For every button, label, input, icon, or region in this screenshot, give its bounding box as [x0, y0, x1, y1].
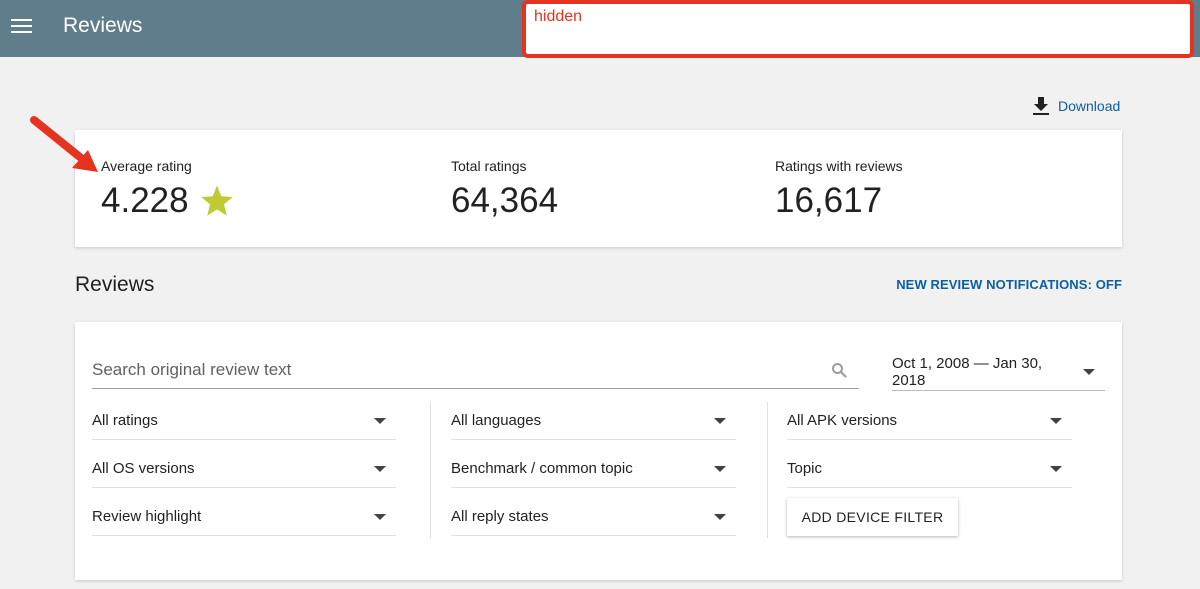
redaction-label: hidden [534, 8, 583, 25]
redaction-box: hidden [522, 0, 1194, 58]
search-icon[interactable] [831, 362, 847, 378]
ratings-filter[interactable]: All ratings [92, 402, 396, 440]
star-icon [200, 185, 233, 216]
review-filters-card: Oct 1, 2008 — Jan 30, 2018 All ratings A… [75, 322, 1122, 580]
average-rating-label: Average rating [101, 158, 192, 174]
reply-states-filter[interactable]: All reply states [451, 498, 736, 536]
chevron-down-icon [374, 513, 386, 520]
os-versions-filter[interactable]: All OS versions [92, 450, 396, 488]
average-rating-stat: Average rating 4.228 [101, 158, 235, 221]
chevron-down-icon [374, 417, 386, 424]
chevron-down-icon [1050, 465, 1062, 472]
average-rating-value: 4.228 [101, 181, 189, 220]
rating-stats-card: Average rating 4.228 Total ratings 64,36… [75, 130, 1122, 247]
total-ratings-value: 64,364 [451, 181, 559, 220]
chevron-down-icon [714, 417, 726, 424]
download-label: Download [1058, 98, 1121, 114]
topic-filter-label: Topic [787, 460, 823, 477]
reviews-section-title: Reviews [75, 273, 155, 296]
ratings-with-reviews-value: 16,617 [775, 181, 883, 220]
apk-versions-filter[interactable]: All APK versions [787, 402, 1072, 440]
menu-icon[interactable] [11, 17, 33, 37]
languages-filter-label: All languages [451, 412, 542, 429]
chevron-down-icon [374, 465, 386, 472]
ratings-with-reviews-stat: Ratings with reviews 16,617 [775, 158, 903, 221]
chevron-down-icon [714, 513, 726, 520]
column-divider [430, 402, 431, 538]
download-link[interactable]: Download [1032, 95, 1120, 117]
app-title: Reviews [63, 14, 143, 37]
benchmark-topic-filter[interactable]: Benchmark / common topic [451, 450, 736, 488]
chevron-down-icon [1083, 369, 1095, 375]
review-notifications-toggle[interactable]: NEW REVIEW NOTIFICATIONS: OFF [896, 277, 1122, 292]
apk-versions-filter-label: All APK versions [787, 412, 898, 429]
total-ratings-label: Total ratings [451, 158, 527, 174]
topic-filter[interactable]: Topic [787, 450, 1072, 488]
chevron-down-icon [1050, 417, 1062, 424]
download-icon [1033, 97, 1049, 115]
ratings-filter-label: All ratings [92, 412, 158, 429]
search-field [92, 352, 859, 389]
review-highlight-filter-label: Review highlight [92, 508, 202, 525]
chevron-down-icon [714, 465, 726, 472]
languages-filter[interactable]: All languages [451, 402, 736, 440]
annotation-arrow [30, 116, 98, 172]
add-device-filter-button[interactable]: ADD DEVICE FILTER [787, 498, 958, 536]
ratings-with-reviews-label: Ratings with reviews [775, 158, 903, 174]
review-highlight-filter[interactable]: Review highlight [92, 498, 396, 536]
os-versions-filter-label: All OS versions [92, 460, 195, 477]
total-ratings-stat: Total ratings 64,364 [451, 158, 558, 221]
search-input[interactable] [92, 360, 831, 380]
date-range-select[interactable]: Oct 1, 2008 — Jan 30, 2018 [892, 354, 1105, 391]
benchmark-topic-filter-label: Benchmark / common topic [451, 460, 633, 477]
column-divider [767, 402, 768, 538]
date-range-value: Oct 1, 2008 — Jan 30, 2018 [892, 355, 1043, 389]
reply-states-filter-label: All reply states [451, 508, 549, 525]
